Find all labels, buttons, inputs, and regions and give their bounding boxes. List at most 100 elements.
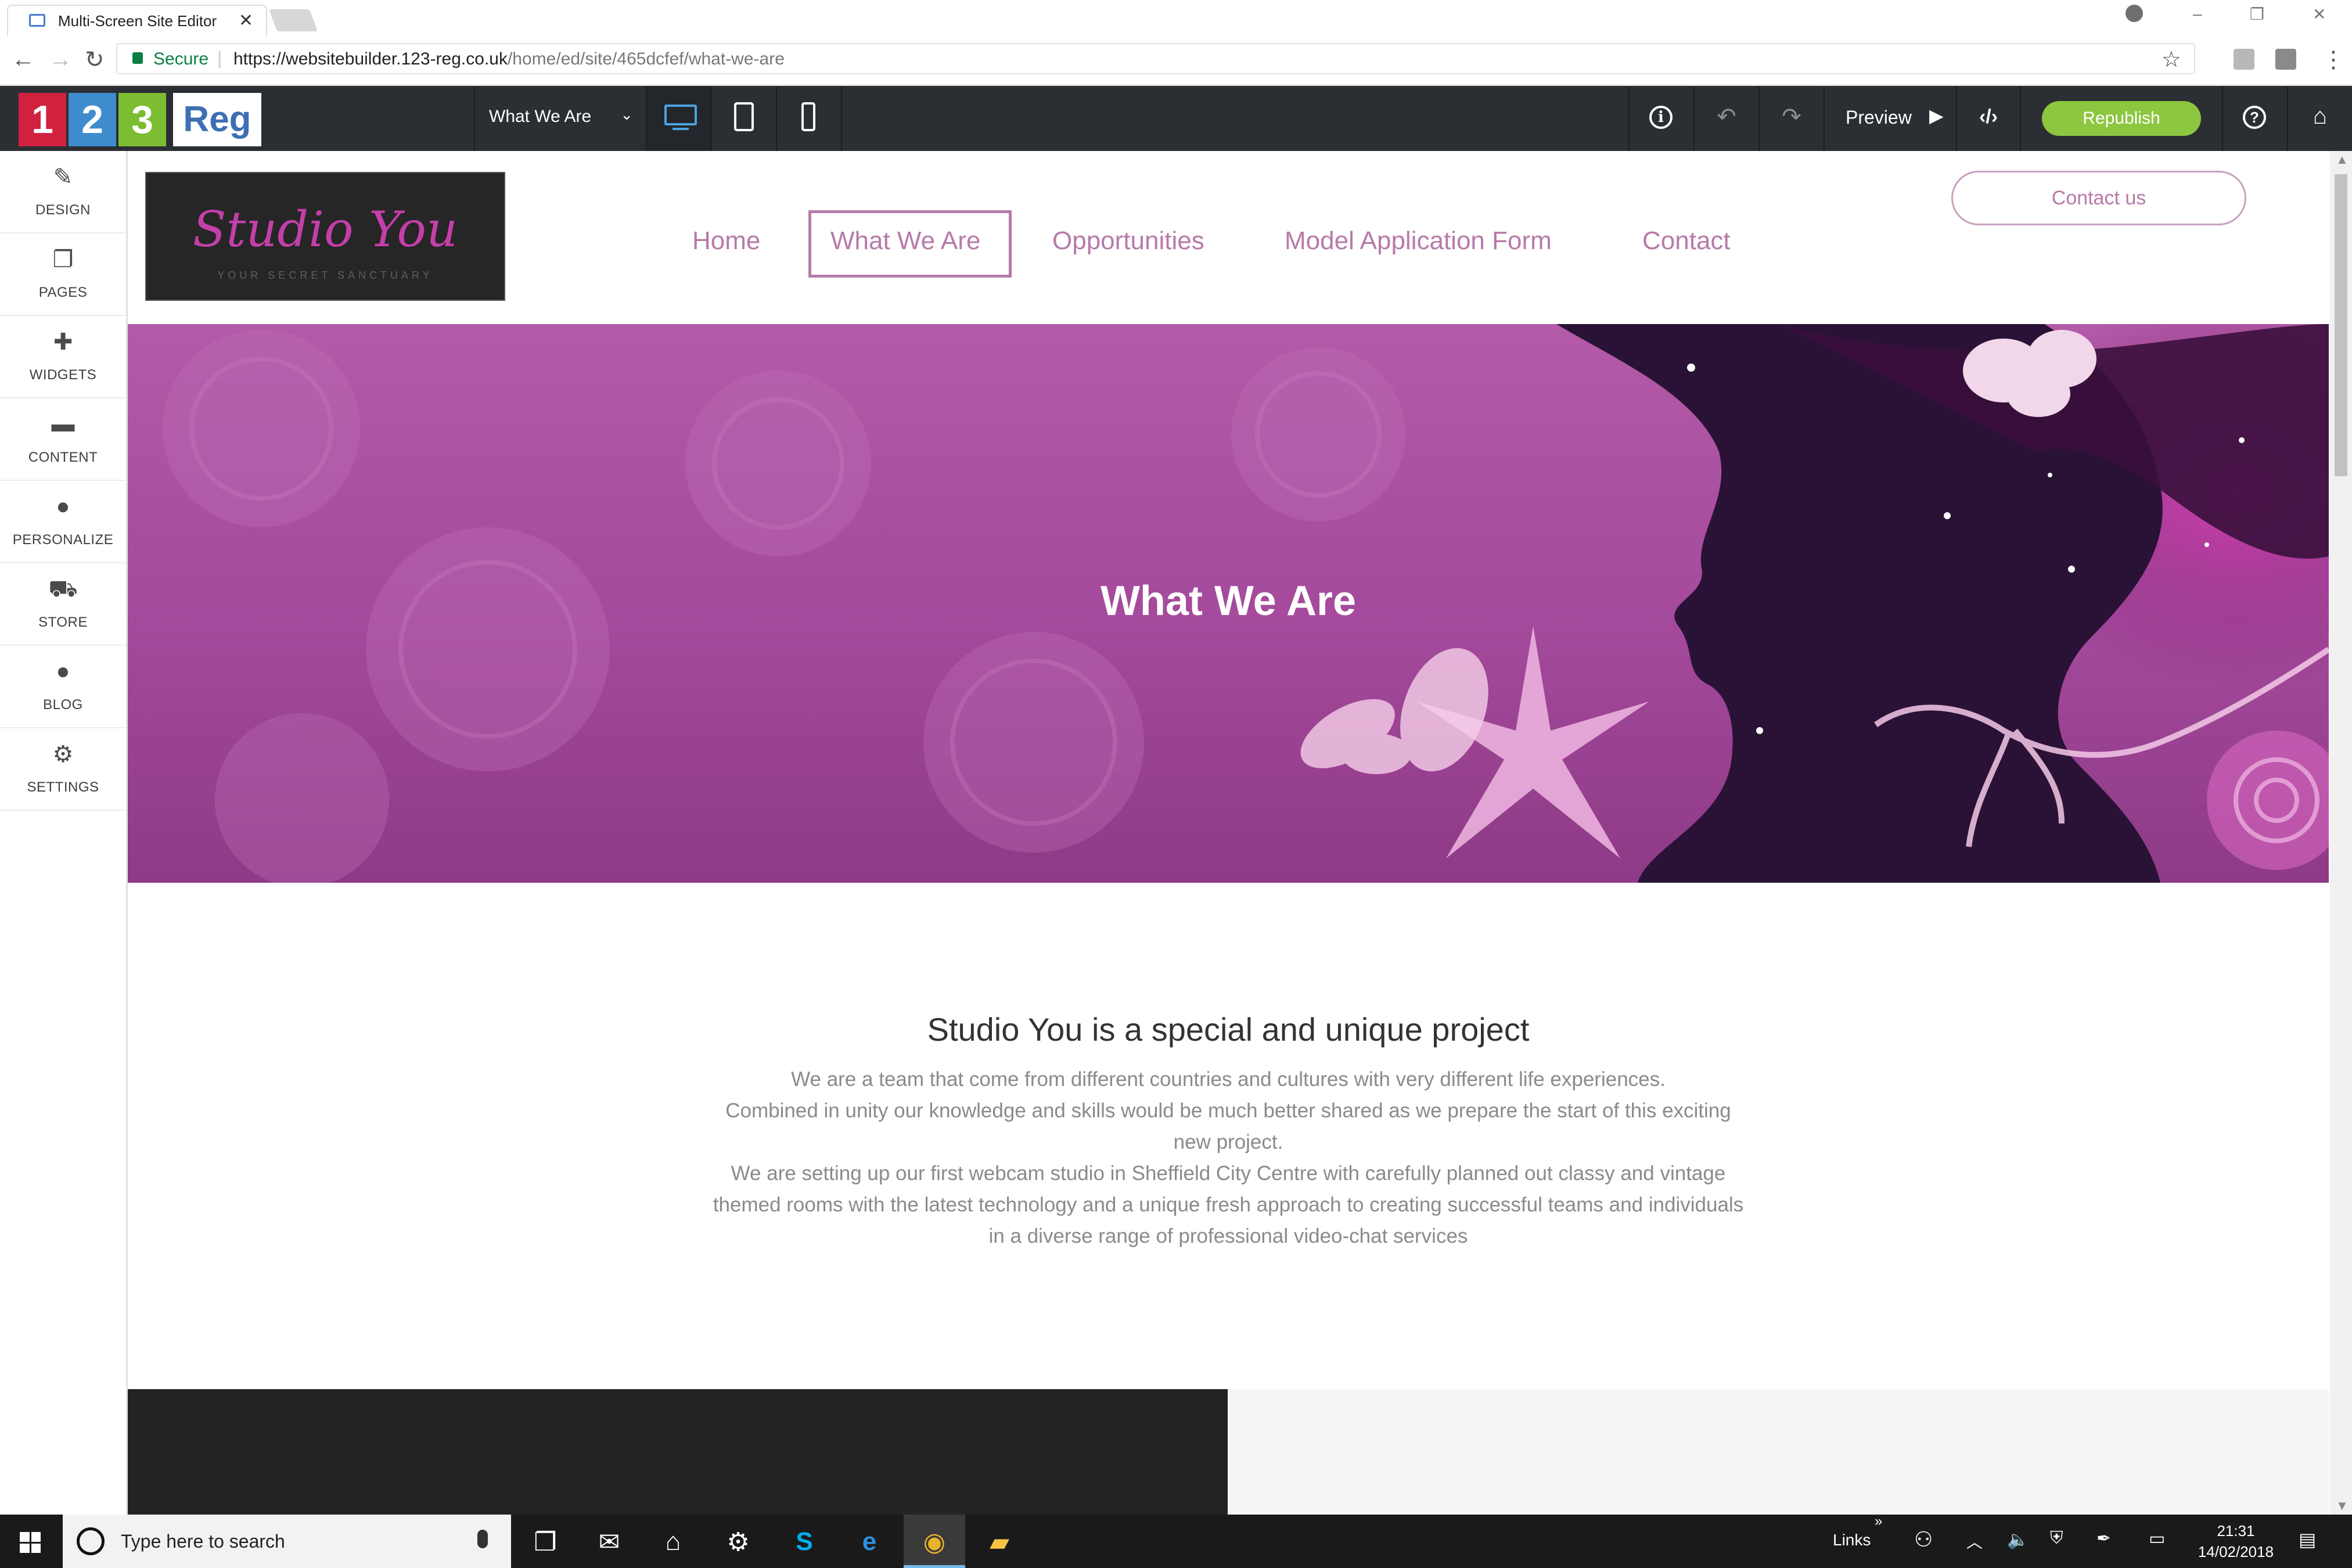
preview-button[interactable]: Preview ▶ xyxy=(1824,86,1956,151)
browser-tab[interactable]: Multi-Screen Site Editor ✕ xyxy=(7,5,267,36)
republish-button[interactable]: Republish xyxy=(2042,101,2201,136)
phone-icon xyxy=(801,102,815,131)
windows-start-icon[interactable] xyxy=(20,1532,41,1553)
logo-digit-2: 2 xyxy=(69,93,116,146)
browser-titlebar: Multi-Screen Site Editor ✕ – ❐ ✕ xyxy=(0,0,2352,36)
page-selector-value: What We Are xyxy=(489,107,592,126)
edge-icon: e xyxy=(862,1527,877,1556)
sidebar-item-store[interactable]: ⛟ STORE xyxy=(0,563,126,646)
sidebar-item-label: SETTINGS xyxy=(27,779,99,795)
windows-taskbar: Type here to search ❐ ✉ ⌂ ⚙ S e ◉ ▰ Link… xyxy=(0,1513,2352,1568)
tablet-view-button[interactable] xyxy=(711,86,776,151)
scroll-down-icon[interactable]: ▼ xyxy=(2336,1498,2349,1513)
links-toolbar[interactable]: Links xyxy=(1833,1531,1871,1549)
code-view-button[interactable]: ‹/› xyxy=(1956,86,2021,151)
nav-link-model-application-form[interactable]: Model Application Form xyxy=(1285,226,1552,256)
site-logo[interactable]: Studio You YOUR SECRET SANCTUARY xyxy=(145,172,505,301)
desktop-icon-stand xyxy=(672,128,689,130)
preview-label: Preview xyxy=(1846,107,1912,128)
volume-icon[interactable]: 🔈 xyxy=(2007,1530,2029,1550)
dark-section[interactable] xyxy=(128,1389,1228,1515)
cart-icon: ⛟ xyxy=(48,576,78,602)
scrollbar-thumb[interactable] xyxy=(2335,174,2347,476)
redo-button[interactable]: ↷ xyxy=(1758,86,1824,151)
restore-button[interactable]: ❐ xyxy=(2250,5,2264,24)
scroll-up-icon[interactable]: ▲ xyxy=(2336,152,2349,167)
url-text[interactable]: https://websitebuilder.123-reg.co.uk/hom… xyxy=(233,49,785,69)
settings-icon: ⚙ xyxy=(727,1528,750,1556)
page-selector[interactable]: What We Are ⌄ xyxy=(474,86,646,151)
task-view-button[interactable]: ❐ xyxy=(515,1515,576,1568)
light-section[interactable] xyxy=(1228,1389,2329,1515)
sidebar-item-pages[interactable]: ❐ PAGES xyxy=(0,233,126,316)
nav-link-what-we-are[interactable]: What We Are xyxy=(830,226,980,256)
reload-icon[interactable]: ↻ xyxy=(85,46,105,73)
nav-link-opportunities[interactable]: Opportunities xyxy=(1052,226,1204,256)
sidebar-item-content[interactable]: ▬ CONTENT xyxy=(0,398,126,481)
back-icon[interactable]: ← xyxy=(12,46,35,73)
minimize-button[interactable]: – xyxy=(2193,5,2202,23)
file-explorer-button[interactable]: ▰ xyxy=(969,1515,1030,1568)
skype-button[interactable]: S xyxy=(774,1515,835,1568)
sidebar-item-settings[interactable]: ⚙ SETTINGS xyxy=(0,728,126,811)
extension-pdf-icon[interactable] xyxy=(2234,49,2254,70)
url-host: https://websitebuilder.123-reg.co.uk xyxy=(233,49,508,69)
intro-line: new project. xyxy=(1173,1131,1283,1153)
taskbar-clock[interactable]: 21:31 14/02/2018 xyxy=(2184,1520,2288,1562)
site-canvas[interactable]: Studio You YOUR SECRET SANCTUARY Home Wh… xyxy=(128,151,2329,1515)
phone-view-button[interactable] xyxy=(776,86,842,151)
address-bar[interactable]: Secure | https://websitebuilder.123-reg.… xyxy=(116,43,2195,74)
store-button[interactable]: ⌂ xyxy=(642,1515,704,1568)
profile-icon[interactable] xyxy=(2126,5,2143,22)
touch-keyboard-icon[interactable]: ▭ xyxy=(2149,1529,2165,1549)
nav-link-contact[interactable]: Contact xyxy=(1642,226,1731,256)
pen-icon[interactable]: ✒ xyxy=(2096,1529,2111,1549)
undo-button[interactable]: ↶ xyxy=(1693,86,1758,151)
url-separator: | xyxy=(217,48,222,69)
sidebar-item-widgets[interactable]: ✚ WIDGETS xyxy=(0,316,126,398)
logo-digit-3: 3 xyxy=(118,93,166,146)
tablet-icon xyxy=(734,102,754,131)
code-icon: ‹/› xyxy=(1979,106,1998,128)
mail-button[interactable]: ✉ xyxy=(578,1515,640,1568)
sidebar-item-label: STORE xyxy=(38,614,88,630)
tab-title: Multi-Screen Site Editor xyxy=(58,12,217,30)
hero-banner[interactable]: What We Are xyxy=(128,324,2329,883)
settings-button[interactable]: ⚙ xyxy=(707,1515,769,1568)
sidebar-item-blog[interactable]: ● BLOG xyxy=(0,646,126,728)
sidebar-item-personalize[interactable]: ● PERSONALIZE xyxy=(0,481,126,563)
nav-link-home[interactable]: Home xyxy=(692,226,760,256)
cortana-icon xyxy=(77,1527,105,1555)
sidebar-item-label: WIDGETS xyxy=(29,367,97,383)
sidebar-item-design[interactable]: ✎ DESIGN xyxy=(0,151,126,233)
new-tab-button[interactable] xyxy=(269,9,318,31)
microphone-icon[interactable] xyxy=(477,1530,488,1548)
chrome-button[interactable]: ◉ xyxy=(904,1515,965,1568)
notifications-icon[interactable]: ▤ xyxy=(2299,1529,2316,1551)
intro-line: in a diverse range of professional video… xyxy=(988,1225,1468,1247)
home-button[interactable]: ⌂ xyxy=(2287,86,2352,151)
user-icon: ● xyxy=(56,494,70,519)
security-shield-icon[interactable]: ⛨ xyxy=(2050,1529,2063,1548)
edge-button[interactable]: e xyxy=(839,1515,900,1568)
site-info-button[interactable]: i xyxy=(1628,86,1693,151)
editor-favicon-icon xyxy=(29,14,45,27)
tab-close-icon[interactable]: ✕ xyxy=(239,10,253,31)
browser-menu-icon[interactable]: ⋮ xyxy=(2322,46,2345,73)
gear-icon: ⚙ xyxy=(52,742,74,767)
page-scrollbar[interactable]: ▲ ▼ xyxy=(2330,151,2352,1515)
people-icon[interactable]: ⚇ xyxy=(1914,1527,1933,1552)
extension-camera-icon[interactable] xyxy=(2275,49,2296,70)
links-chevron-icon[interactable]: » xyxy=(1875,1513,1882,1530)
help-button[interactable]: ? xyxy=(2222,86,2287,151)
bookmark-star-icon[interactable]: ☆ xyxy=(2162,46,2181,73)
taskbar-search[interactable]: Type here to search xyxy=(63,1515,511,1568)
forward-icon[interactable]: → xyxy=(49,46,72,73)
close-window-button[interactable]: ✕ xyxy=(2313,5,2326,24)
intro-line: Combined in unity our knowledge and skil… xyxy=(725,1099,1731,1122)
contact-us-button[interactable]: Contact us xyxy=(1951,171,2246,225)
intro-line: We are setting up our first webcam studi… xyxy=(731,1162,1726,1185)
desktop-view-button[interactable] xyxy=(646,86,711,151)
tray-chevron-up-icon[interactable]: ︿ xyxy=(1966,1530,1983,1553)
store-icon: ⌂ xyxy=(665,1527,681,1556)
